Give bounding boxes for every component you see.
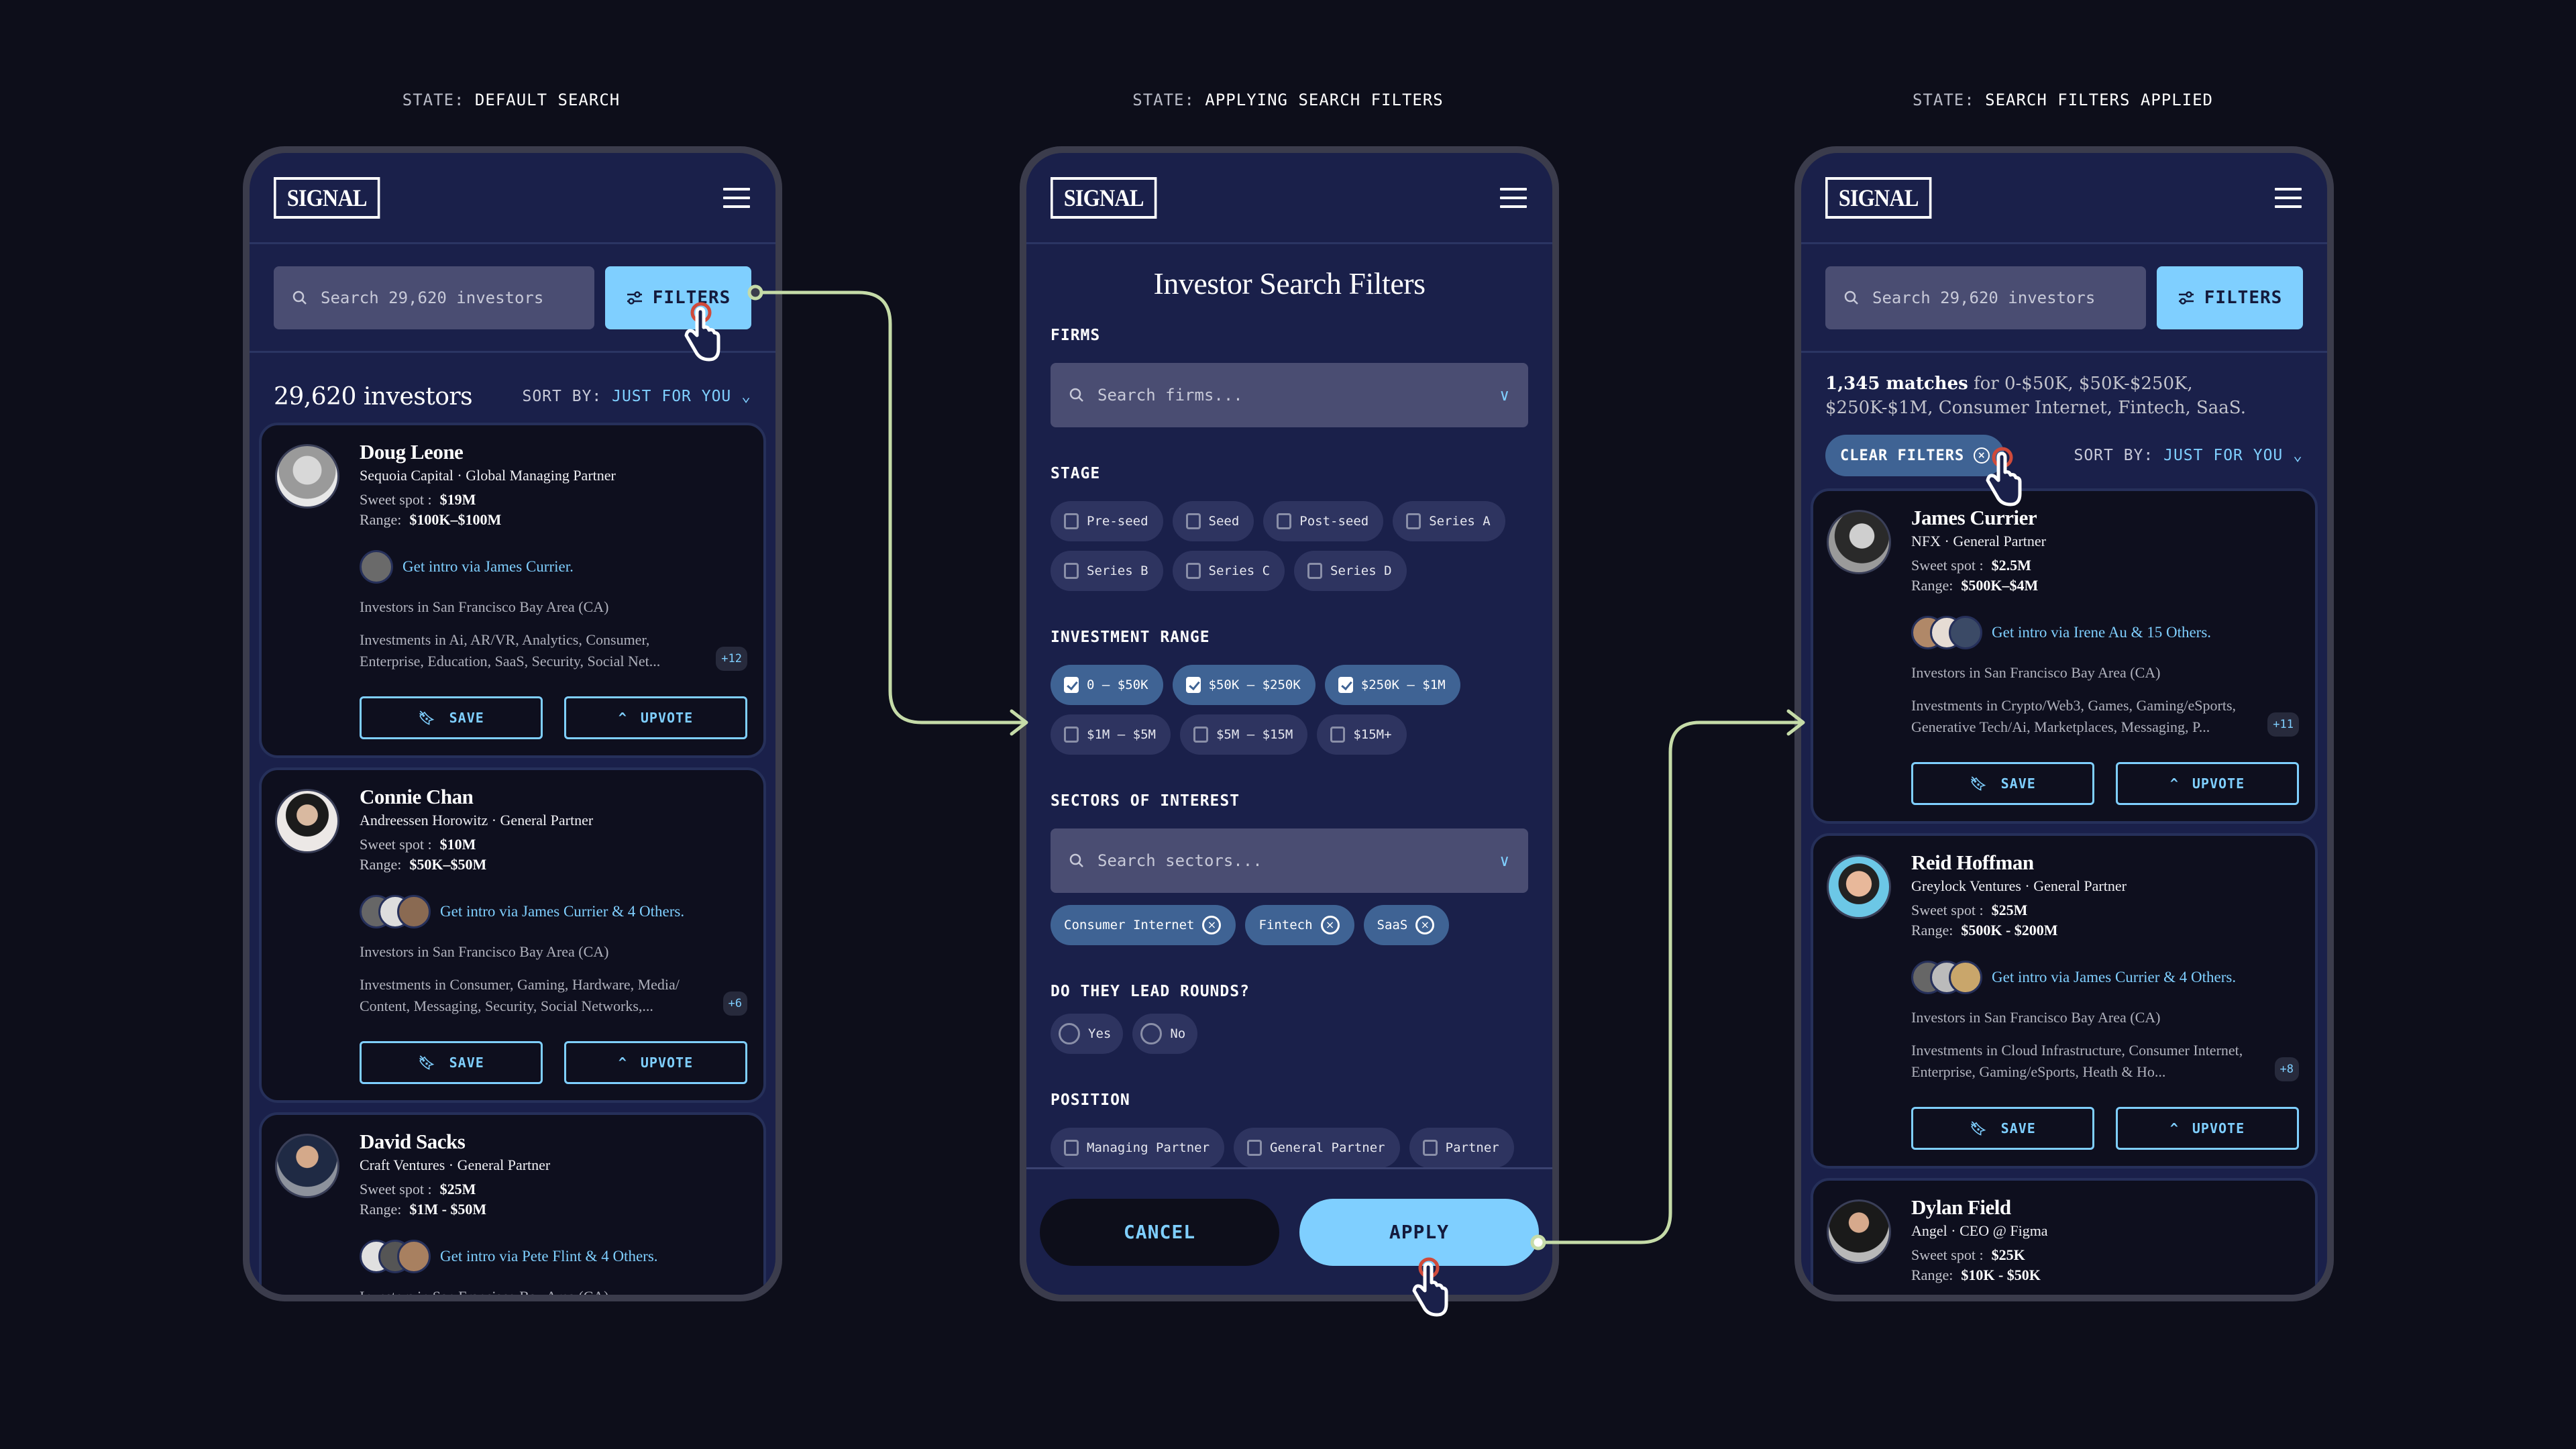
connector-start-dot — [1530, 1234, 1546, 1250]
connector-start-dot — [747, 284, 763, 301]
connector-apply-to-results — [1536, 720, 1804, 1244]
connector-filters-to-panel — [753, 290, 1027, 724]
flow-connectors — [747, 284, 1805, 1250]
